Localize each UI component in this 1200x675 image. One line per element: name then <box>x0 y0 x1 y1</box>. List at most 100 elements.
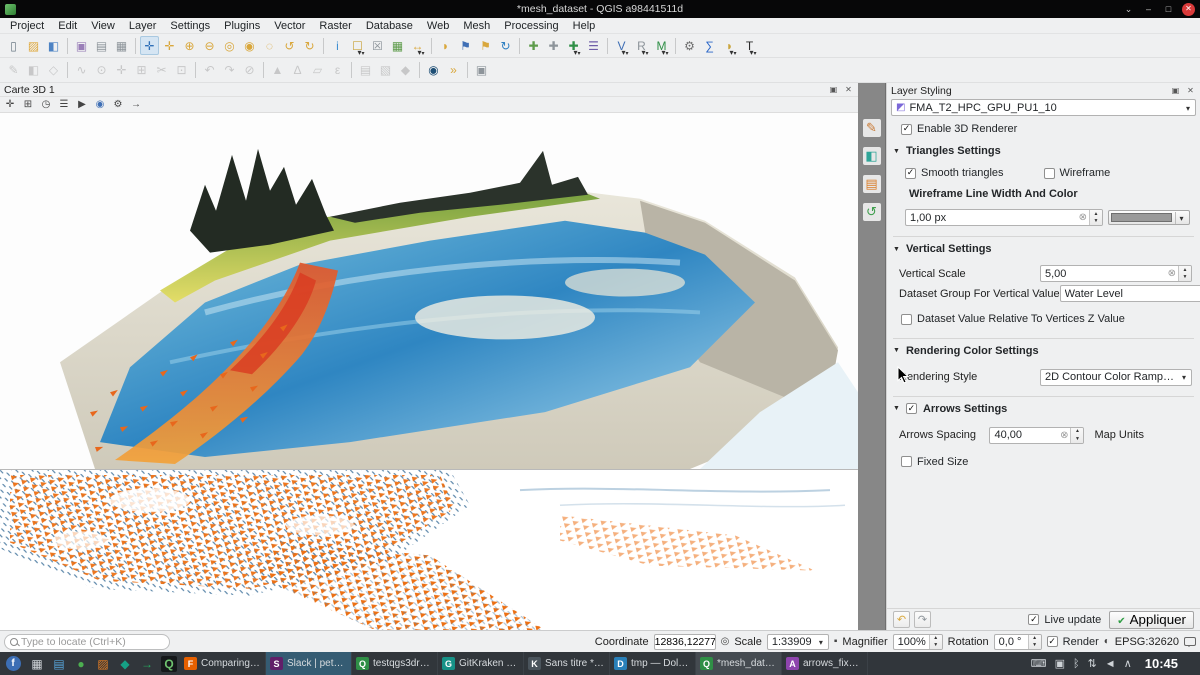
pan-to-selection-icon[interactable]: ✛ ▾ <box>160 36 179 55</box>
float-panel-icon[interactable] <box>828 84 839 95</box>
clear-value-icon[interactable] <box>1058 430 1070 441</box>
cut-features-icon[interactable]: ✂ ▾ <box>152 61 171 80</box>
fixed-size-checkbox[interactable]: Fixed Size <box>901 456 968 468</box>
new-vector-layer-icon[interactable]: ✚ ▾ <box>524 36 543 55</box>
triangles-settings-section[interactable]: Triangles Settings <box>893 145 1200 157</box>
zoom-full-3d-icon[interactable]: ⊞ <box>20 98 36 112</box>
chevron-down-icon[interactable] <box>1175 212 1187 224</box>
task-dolphin-window[interactable]: D tmp — Dolphin <box>610 652 696 675</box>
copy-features-icon[interactable]: ⊞ ▾ <box>132 61 151 80</box>
maximize-window-icon[interactable]: □ <box>1162 3 1175 16</box>
menu-item[interactable]: Plugins <box>217 20 267 32</box>
project-open-icon[interactable]: ▨ ▾ <box>24 36 43 55</box>
rotation-value[interactable]: 0,0 ° <box>995 636 1028 648</box>
menu-item[interactable]: Help <box>566 20 603 32</box>
save-edits-icon[interactable]: ◧ ▾ <box>24 61 43 80</box>
undo-style-button[interactable]: ↶ <box>893 611 910 628</box>
checkbox-box[interactable] <box>1044 168 1055 179</box>
collapse-arrow-icon[interactable] <box>893 148 900 155</box>
kget-icon[interactable]: → <box>136 652 158 675</box>
messages-icon[interactable] <box>1184 637 1196 646</box>
scale-combo[interactable]: 1:33909 <box>767 634 829 650</box>
text-annotation-icon[interactable]: T ▾ <box>740 36 759 55</box>
menu-item[interactable]: Mesh <box>456 20 497 32</box>
chevron-down-icon[interactable]: ▾ <box>658 48 672 57</box>
add-vector-layer-icon[interactable]: V ▾ <box>612 36 631 55</box>
vertex-tool-icon[interactable]: ⊙ ▾ <box>92 61 111 80</box>
rendering-color-section[interactable]: Rendering Color Settings <box>893 345 1200 357</box>
refresh-map-icon[interactable]: ↻ ▾ <box>496 36 515 55</box>
add-raster-layer-icon[interactable]: R ▾ <box>632 36 651 55</box>
magnifier-value[interactable]: 100% <box>894 636 929 648</box>
spin-buttons[interactable] <box>929 635 942 649</box>
rotation-input[interactable]: 0,0 ° <box>994 634 1042 650</box>
spin-buttons[interactable] <box>1178 266 1191 281</box>
smooth-triangles-checkbox[interactable]: Smooth triangles <box>905 167 1004 179</box>
options-icon[interactable]: ⚙ ▾ <box>680 36 699 55</box>
clear-value-icon[interactable] <box>1166 268 1178 279</box>
app-launcher-button[interactable]: f <box>0 652 26 675</box>
zoom-full-icon[interactable]: ◎ ▾ <box>220 36 239 55</box>
plugin-icon[interactable]: » ▾ <box>444 61 463 80</box>
checkbox-box[interactable] <box>1047 636 1058 647</box>
layout-manager-icon[interactable]: ▦ ▾ <box>112 36 131 55</box>
wireframe-width-value[interactable]: 1,00 px <box>906 212 1077 224</box>
task-sans-titre-window[interactable]: K Sans titre * — ... <box>524 652 610 675</box>
checkbox-box[interactable] <box>901 456 912 467</box>
menu-item[interactable]: Raster <box>312 20 358 32</box>
float-panel-icon[interactable] <box>1170 85 1181 96</box>
notifications-expand-icon[interactable]: ∧ <box>1124 657 1132 670</box>
checkbox-box[interactable] <box>1028 614 1039 625</box>
menu-item[interactable]: Layer <box>122 20 164 32</box>
new-geopackage-layer-icon[interactable]: ✚ ▾ <box>564 36 583 55</box>
mesh-select-polygon-icon[interactable]: ▱ ▾ <box>308 61 327 80</box>
map-tips-icon[interactable]: ◗ ▾ <box>436 36 455 55</box>
checkbox-box[interactable] <box>901 124 912 135</box>
layer-labeling-icon[interactable]: ▧ ▾ <box>376 61 395 80</box>
history-tab-icon[interactable]: ↺ <box>863 203 881 221</box>
digitize-icon[interactable]: ◇ ▾ <box>44 61 63 80</box>
camera-pan-icon[interactable]: ✛ <box>2 98 18 112</box>
layer-selector-combo[interactable]: ◩ FMA_T2_HPC_GPU_PU1_10 <box>891 99 1196 116</box>
chevron-down-icon[interactable]: ▾ <box>570 48 584 57</box>
dataset-group-combo[interactable]: Water Level <box>1060 285 1200 302</box>
web-browser-icon[interactable]: ● <box>70 652 92 675</box>
clock[interactable]: 10:45 <box>1145 656 1178 671</box>
project-new-icon[interactable]: ▯ ▾ <box>4 36 23 55</box>
zoom-in-icon[interactable]: ⊕ ▾ <box>180 36 199 55</box>
menu-item[interactable]: Database <box>359 20 420 32</box>
pager-icon[interactable]: ▦ <box>26 652 48 675</box>
shade-window-icon[interactable]: ⌄ <box>1122 3 1135 16</box>
vertical-scale-input[interactable]: 5,00 <box>1040 265 1192 282</box>
settings-3d-icon[interactable]: ⚙ <box>110 98 126 112</box>
measure-icon[interactable]: ↔ ▾ <box>408 36 427 55</box>
redo-style-button[interactable]: ↷ <box>914 611 931 628</box>
close-panel-icon[interactable] <box>1185 85 1196 96</box>
open-attribute-table-icon[interactable]: ▦ ▾ <box>388 36 407 55</box>
arrows-units-label[interactable]: Map Units <box>1094 429 1144 441</box>
chevron-down-icon[interactable] <box>1177 371 1191 383</box>
undo-icon[interactable]: ↶ ▾ <box>200 61 219 80</box>
vertical-settings-section[interactable]: Vertical Settings <box>893 243 1200 255</box>
arrows-spacing-value[interactable]: 40,00 <box>990 429 1058 441</box>
zoom-last-icon[interactable]: ↺ ▾ <box>280 36 299 55</box>
wireframe-width-input[interactable]: 1,00 px <box>905 209 1103 226</box>
zoom-to-layer-icon[interactable]: ◌ ▾ <box>260 36 279 55</box>
zoom-next-icon[interactable]: ↻ ▾ <box>300 36 319 55</box>
chevron-down-icon[interactable]: ▾ <box>726 48 740 57</box>
collapse-arrow-icon[interactable] <box>893 405 900 412</box>
select-features-icon[interactable]: ☐ ▾ <box>348 36 367 55</box>
qgis-launcher-icon[interactable]: Q <box>158 652 180 675</box>
map2d-canvas[interactable] <box>0 470 858 630</box>
task-slack-window[interactable]: S Slack | peterp ... <box>266 652 352 675</box>
export-3d-icon[interactable]: → <box>128 98 144 112</box>
checkbox-box[interactable] <box>901 314 912 325</box>
spin-buttons[interactable] <box>1089 210 1102 225</box>
render-checkbox[interactable]: Render <box>1047 636 1099 648</box>
help-contents-icon[interactable]: ▣ ▾ <box>472 61 491 80</box>
enable-3d-renderer-checkbox[interactable]: Enable 3D Renderer <box>901 123 1017 135</box>
arrows-settings-section[interactable]: Arrows Settings <box>893 403 1200 415</box>
new-bookmark-icon[interactable]: ⚑ ▾ <box>456 36 475 55</box>
dataset-relative-checkbox[interactable]: Dataset Value Relative To Vertices Z Val… <box>901 313 1125 325</box>
mouse-position-icon[interactable]: ◎ <box>721 636 730 647</box>
